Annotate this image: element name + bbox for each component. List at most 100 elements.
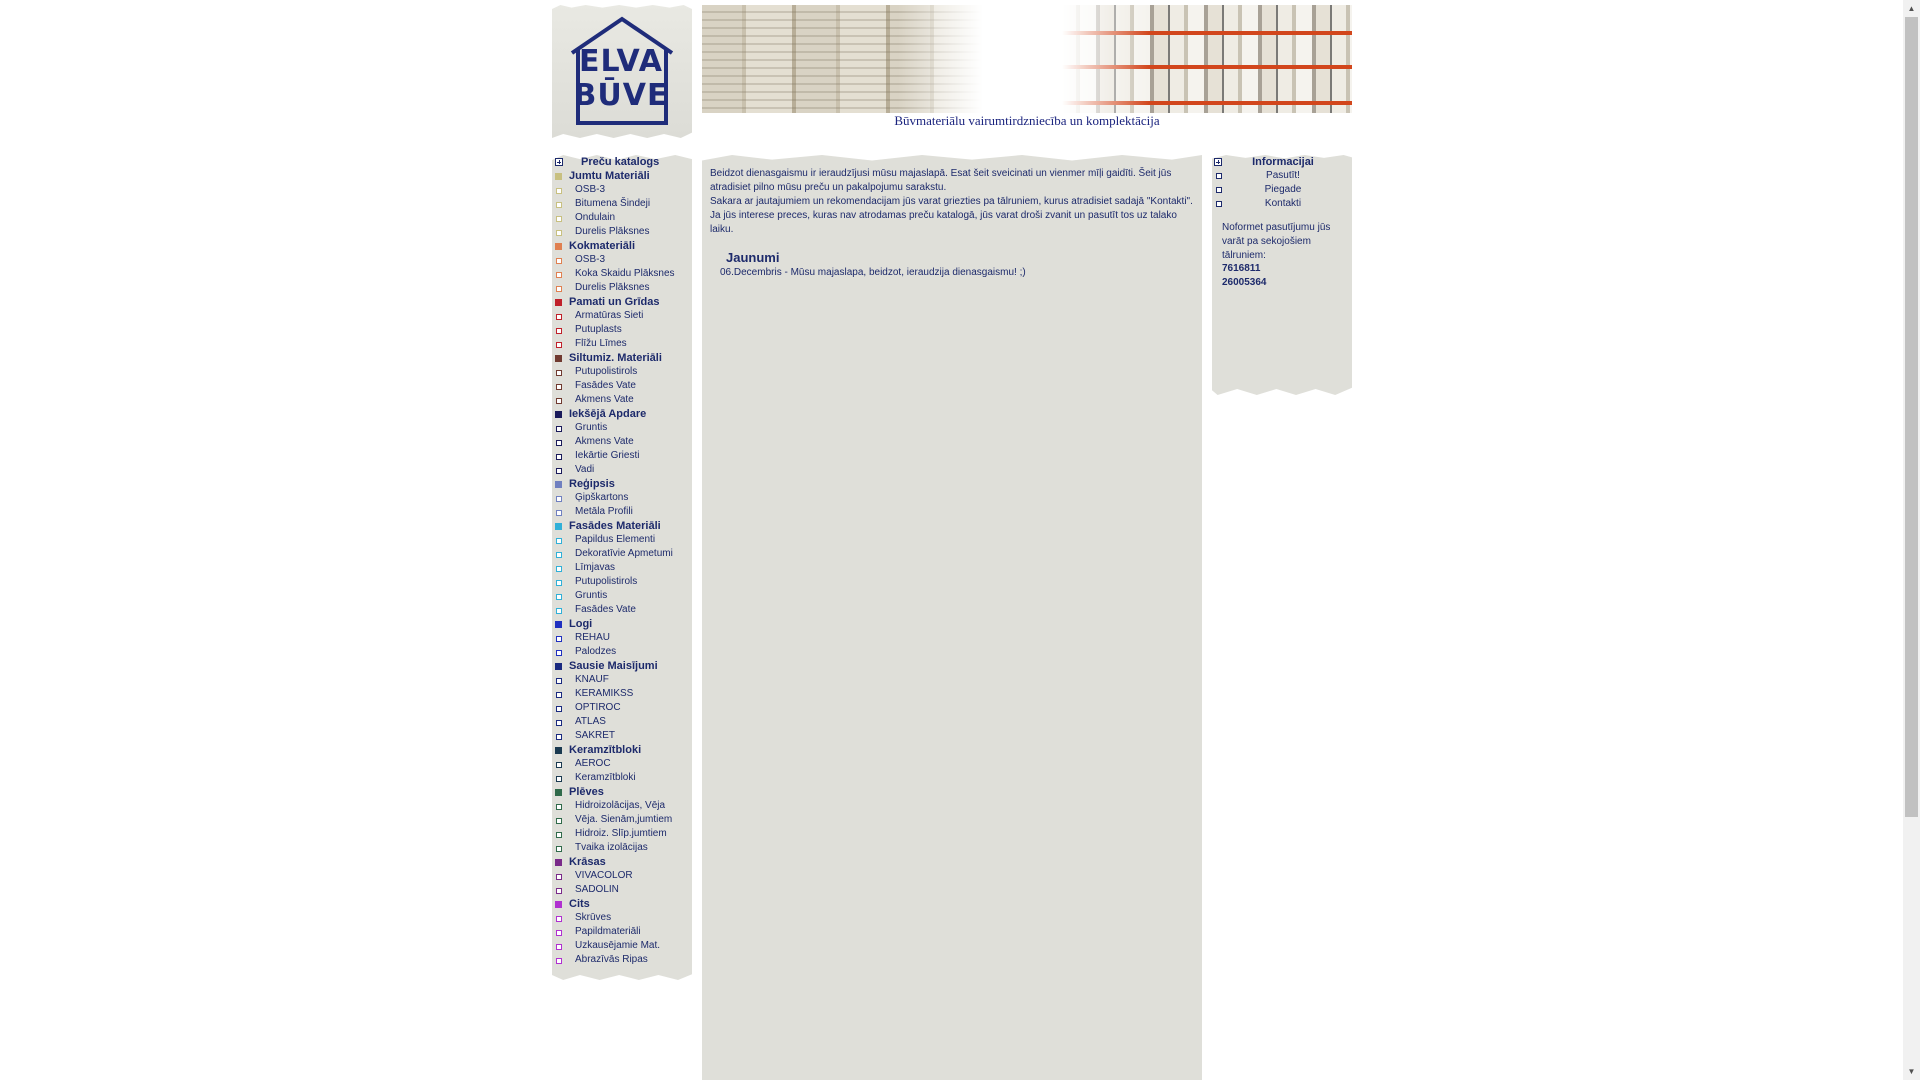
catalog-item[interactable]: VIVACOLOR xyxy=(554,869,692,883)
vertical-scrollbar[interactable]: ▲ ▼ xyxy=(1903,0,1920,1080)
catalog-item[interactable]: Gruntis xyxy=(554,421,692,435)
info-link-kontakti[interactable]: Kontakti xyxy=(1214,197,1352,211)
item-label: Vadi xyxy=(575,464,595,475)
catalog-item[interactable]: Vadi xyxy=(554,463,692,477)
catalog-item[interactable]: Līmjavas xyxy=(554,561,692,575)
catalog-item[interactable]: Keramzītbloki xyxy=(554,771,692,785)
catalog-item[interactable]: Fasādes Vate xyxy=(554,603,692,617)
catalog-item[interactable]: AEROC xyxy=(554,757,692,771)
item-label: VIVACOLOR xyxy=(575,870,633,881)
catalog-item[interactable]: KERAMIKSS xyxy=(554,687,692,701)
category-label: Reģipsis xyxy=(569,478,615,490)
scroll-thumb[interactable] xyxy=(1905,17,1918,817)
catalog-item[interactable]: OPTIROC xyxy=(554,701,692,715)
catalog-item[interactable]: Skrūves xyxy=(554,911,692,925)
item-bullet-icon xyxy=(556,958,562,964)
catalog-item[interactable]: Dekoratīvie Apmetumi xyxy=(554,547,692,561)
item-label: Koka Skaidu Plāksnes xyxy=(575,268,675,279)
news-item: 06.Decembris - Mūsu majaslapa, beidzot, … xyxy=(720,267,1026,278)
catalog-item[interactable]: Papildus Elementi xyxy=(554,533,692,547)
catalog-item[interactable]: Iekārtie Griesti xyxy=(554,449,692,463)
item-bullet-icon xyxy=(556,678,562,684)
catalog-category[interactable]: Plēves xyxy=(554,785,692,799)
category-square-icon xyxy=(555,299,562,306)
catalog-item[interactable]: OSB-3 xyxy=(554,183,692,197)
item-bullet-icon xyxy=(556,202,562,208)
catalog-item[interactable]: SADOLIN xyxy=(554,883,692,897)
catalog-item[interactable]: Durelis Plāksnes xyxy=(554,225,692,239)
catalog-item[interactable]: Bitumena Šindeji xyxy=(554,197,692,211)
scroll-up-arrow-icon[interactable]: ▲ xyxy=(1903,0,1920,17)
item-label: ATLAS xyxy=(575,716,606,727)
catalog-item[interactable]: Ondulain xyxy=(554,211,692,225)
item-label: REHAU xyxy=(575,632,611,643)
item-label: Palodzes xyxy=(575,646,617,657)
catalog-category[interactable]: Siltumiz. Materiāli xyxy=(554,351,692,365)
catalog-item[interactable]: ATLAS xyxy=(554,715,692,729)
item-bullet-icon xyxy=(556,328,562,334)
catalog-category[interactable]: Jumtu Materiāli xyxy=(554,169,692,183)
item-bullet-icon xyxy=(556,440,562,446)
catalog-item[interactable]: Durelis Plāksnes xyxy=(554,281,692,295)
item-label: Fasādes Vate xyxy=(575,604,636,615)
catalog-category[interactable]: Logi xyxy=(554,617,692,631)
catalog-item[interactable]: Putuplasts xyxy=(554,323,692,337)
catalog-item[interactable]: OSB-3 xyxy=(554,253,692,267)
catalog-category[interactable]: Kokmateriāli xyxy=(554,239,692,253)
catalog-item[interactable]: Putupolistirols xyxy=(554,575,692,589)
item-label: SADOLIN xyxy=(575,884,619,895)
catalog-item[interactable]: Vēja. Sienām,jumtiem xyxy=(554,813,692,827)
catalog-item[interactable]: Koka Skaidu Plāksnes xyxy=(554,267,692,281)
catalog-category[interactable]: Cits xyxy=(554,897,692,911)
category-square-icon xyxy=(555,481,562,488)
category-square-icon xyxy=(555,355,562,362)
catalog-category[interactable]: Sausie Maisījumi xyxy=(554,659,692,673)
logo-text-line2: BŪVE xyxy=(573,78,669,113)
item-label: Putuplasts xyxy=(575,324,622,335)
logo[interactable]: ELVA BŪVE xyxy=(552,5,692,138)
item-bullet-icon xyxy=(556,930,562,936)
item-label: Flīžu Līmes xyxy=(575,338,627,349)
item-bullet-icon xyxy=(556,832,562,838)
info-link-piegade[interactable]: Piegade xyxy=(1214,183,1352,197)
catalog-item[interactable]: Uzkausējamie Mat. xyxy=(554,939,692,953)
catalog-item[interactable]: Metāla Profili xyxy=(554,505,692,519)
main-column-bg xyxy=(702,155,1202,1080)
catalog-item[interactable]: Tvaika izolācijas xyxy=(554,841,692,855)
category-label: Iekšējā Apdare xyxy=(569,408,647,420)
info-link-pasutit[interactable]: Pasutīt! xyxy=(1214,169,1352,183)
catalog-item[interactable]: REHAU xyxy=(554,631,692,645)
catalog-category[interactable]: Iekšējā Apdare xyxy=(554,407,692,421)
item-label: Durelis Plāksnes xyxy=(575,282,650,293)
catalog-item[interactable]: Putupolistirols xyxy=(554,365,692,379)
category-label: Plēves xyxy=(569,786,604,798)
catalog-item[interactable]: Abrazīvās Ripas xyxy=(554,953,692,967)
catalog-category[interactable]: Krāsas xyxy=(554,855,692,869)
item-bullet-icon xyxy=(556,636,562,642)
catalog-item[interactable]: Akmens Vate xyxy=(554,393,692,407)
catalog-category[interactable]: Reģipsis xyxy=(554,477,692,491)
catalog-item[interactable]: SAKRET xyxy=(554,729,692,743)
item-label: OPTIROC xyxy=(575,702,621,713)
catalog-item[interactable]: KNAUF xyxy=(554,673,692,687)
catalog-item[interactable]: Hidroiz. Slīp.jumtiem xyxy=(554,827,692,841)
scroll-down-arrow-icon[interactable]: ▼ xyxy=(1903,1063,1920,1080)
catalog-item[interactable]: Flīžu Līmes xyxy=(554,337,692,351)
catalog-item[interactable]: Akmens Vate xyxy=(554,435,692,449)
category-label: Logi xyxy=(569,618,593,630)
item-label: Ģipškartons xyxy=(575,492,629,503)
item-bullet-icon xyxy=(556,510,562,516)
catalog-item[interactable]: Hidroizolācijas, Vēja xyxy=(554,799,692,813)
catalog-item[interactable]: Palodzes xyxy=(554,645,692,659)
catalog-item[interactable]: Fasādes Vate xyxy=(554,379,692,393)
catalog-category[interactable]: Fasādes Materiāli xyxy=(554,519,692,533)
item-bullet-icon xyxy=(556,720,562,726)
catalog-category[interactable]: Pamati un Grīdas xyxy=(554,295,692,309)
catalog-item[interactable]: Ģipškartons xyxy=(554,491,692,505)
catalog-item[interactable]: Armatūras Sieti xyxy=(554,309,692,323)
catalog-item[interactable]: Papildmateriāli xyxy=(554,925,692,939)
catalog-item[interactable]: Gruntis xyxy=(554,589,692,603)
warehouse-shelves-photo xyxy=(1062,5,1352,113)
catalog-category[interactable]: Keramzītbloki xyxy=(554,743,692,757)
order-instructions: Noformet pasutījumu jūs varāt pa sekojoš… xyxy=(1222,222,1331,261)
